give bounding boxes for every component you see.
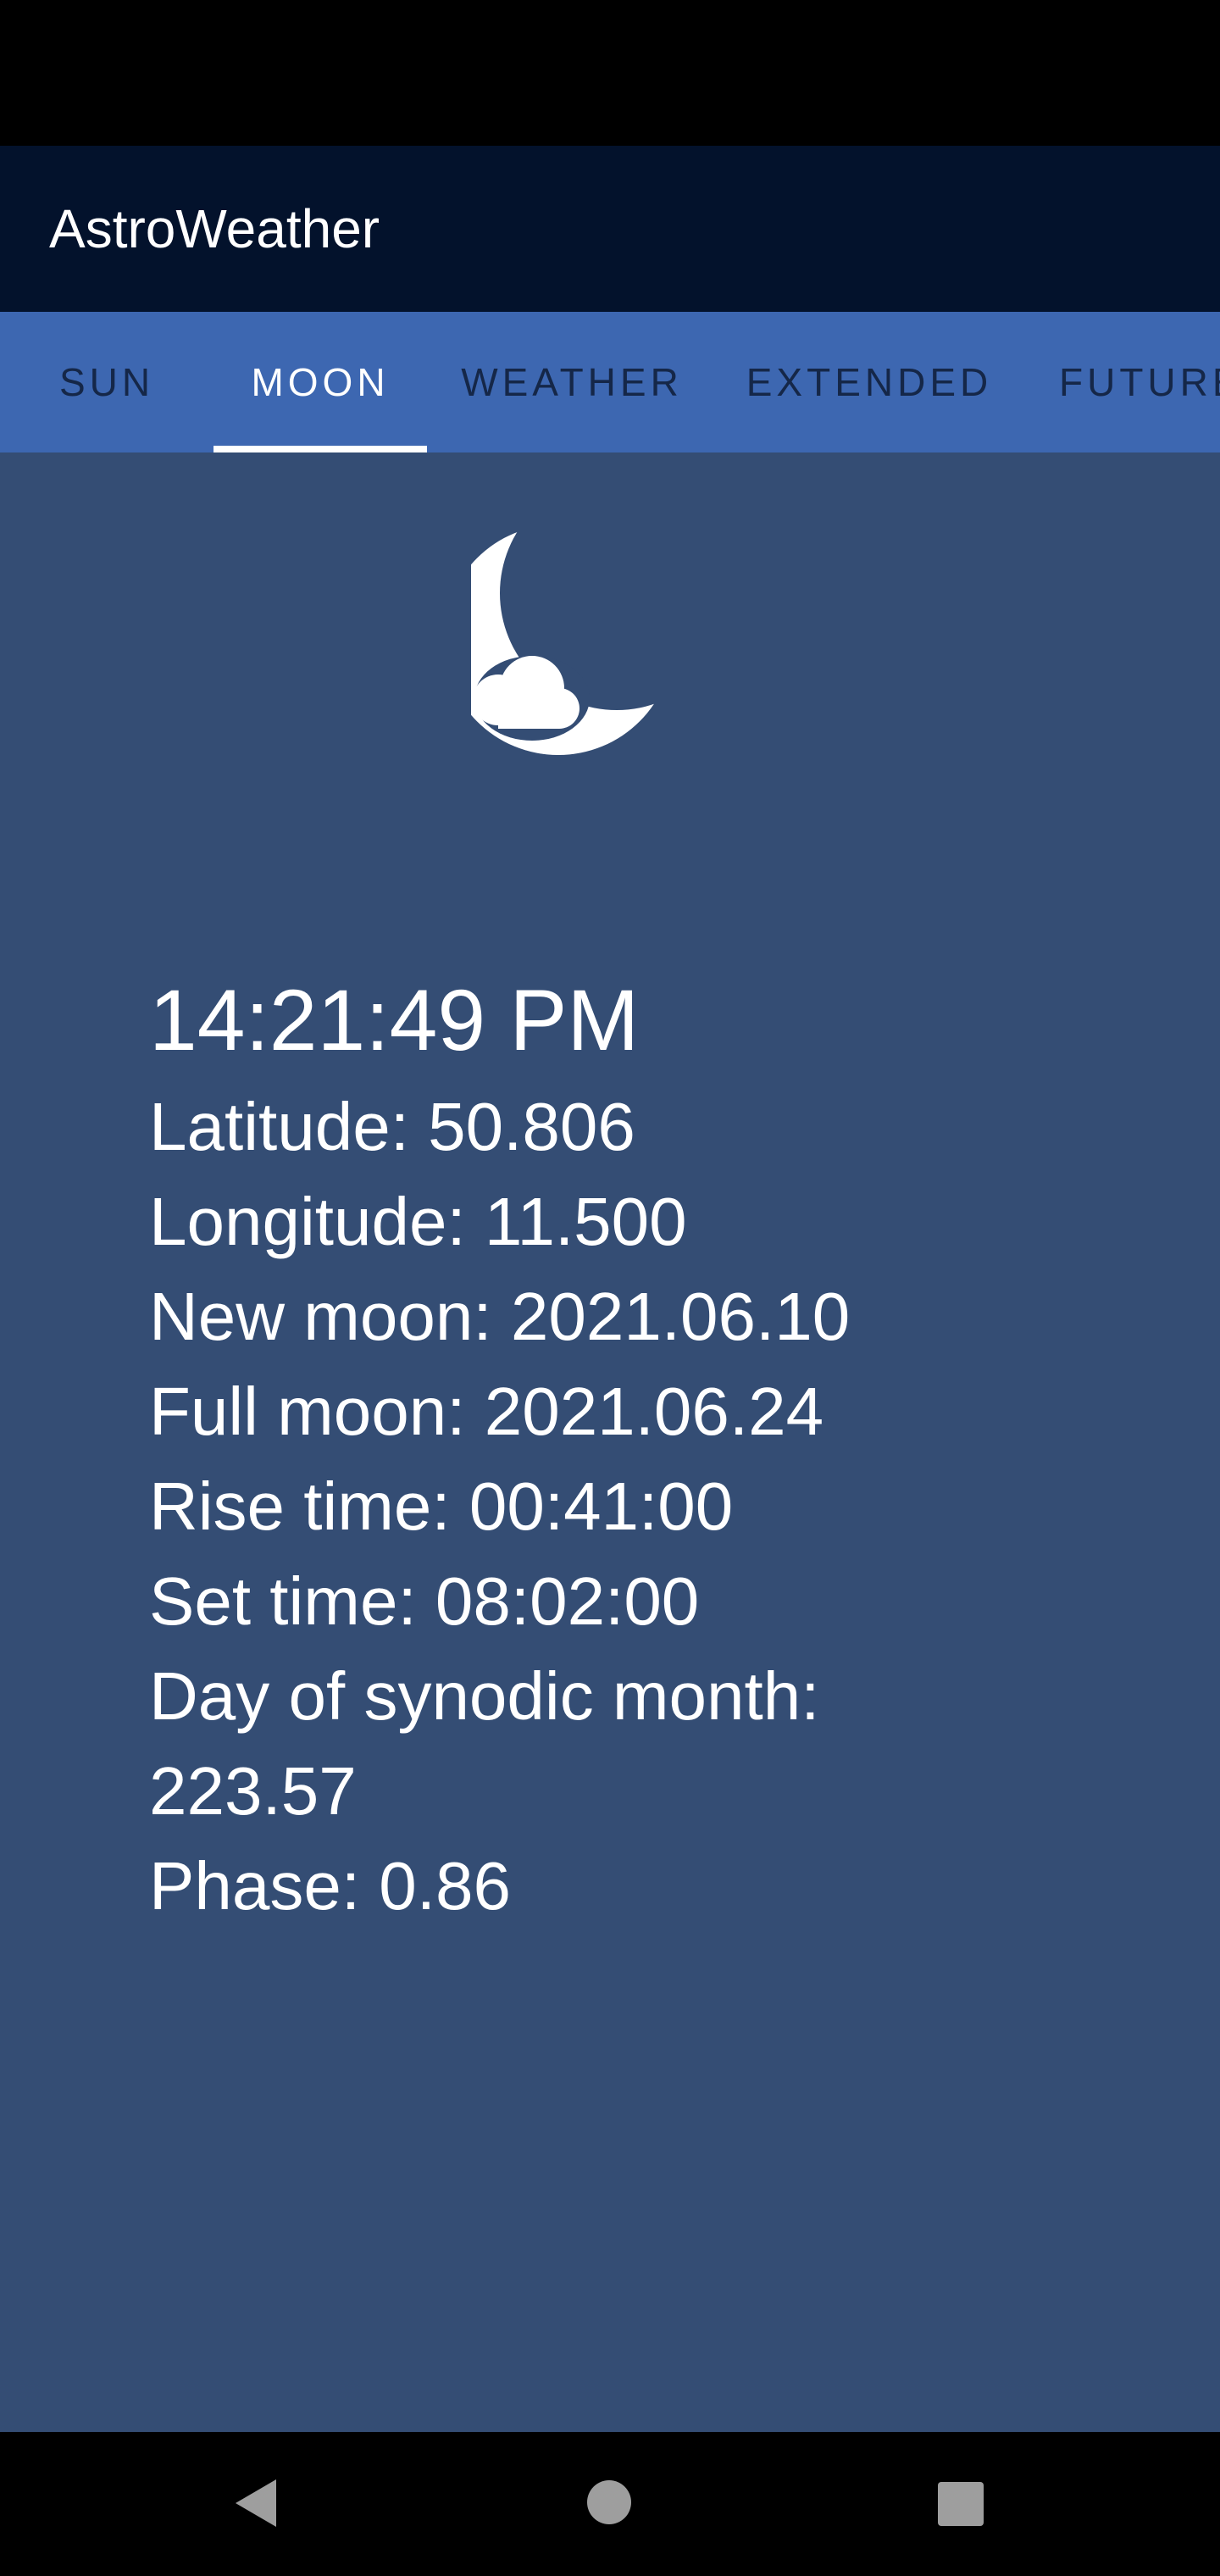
rise-time-text: Rise time: 00:41:00 bbox=[149, 1468, 734, 1544]
navigation-bar bbox=[0, 2432, 1220, 2576]
tab-moon[interactable]: MOON bbox=[214, 312, 427, 452]
synodic-month-label: Day of synodic month: bbox=[149, 1658, 820, 1734]
app-title: AstroWeather bbox=[49, 198, 380, 259]
back-triangle-icon[interactable] bbox=[234, 2478, 278, 2529]
app-bar: AstroWeather bbox=[0, 146, 1220, 312]
tab-sun[interactable]: SUN bbox=[0, 312, 214, 452]
moon-cloud-icon bbox=[471, 525, 674, 755]
synodic-month-value: 223.57 bbox=[149, 1753, 357, 1829]
tab-extended[interactable]: EXTENDED bbox=[734, 312, 1005, 452]
phase-text: Phase: 0.86 bbox=[149, 1848, 511, 1924]
latitude-text: Latitude: 50.806 bbox=[149, 1089, 635, 1164]
recents-square-icon[interactable] bbox=[937, 2481, 984, 2527]
tab-bar: SUN MOON WEATHER EXTENDED FUTURE bbox=[0, 312, 1220, 452]
longitude-text: Longitude: 11.500 bbox=[149, 1184, 687, 1259]
selected-tab-indicator bbox=[214, 446, 427, 452]
current-time: 14:21:49 PM bbox=[149, 972, 640, 1069]
set-time-text: Set time: 08:02:00 bbox=[149, 1563, 700, 1639]
new-moon-text: New moon: 2021.06.10 bbox=[149, 1279, 851, 1354]
status-bar bbox=[0, 0, 1220, 146]
full-moon-text: Full moon: 2021.06.24 bbox=[149, 1374, 824, 1449]
tab-weather[interactable]: WEATHER bbox=[444, 312, 700, 452]
home-circle-icon[interactable] bbox=[586, 2479, 632, 2525]
tab-future[interactable]: FUTURE bbox=[1059, 312, 1220, 452]
